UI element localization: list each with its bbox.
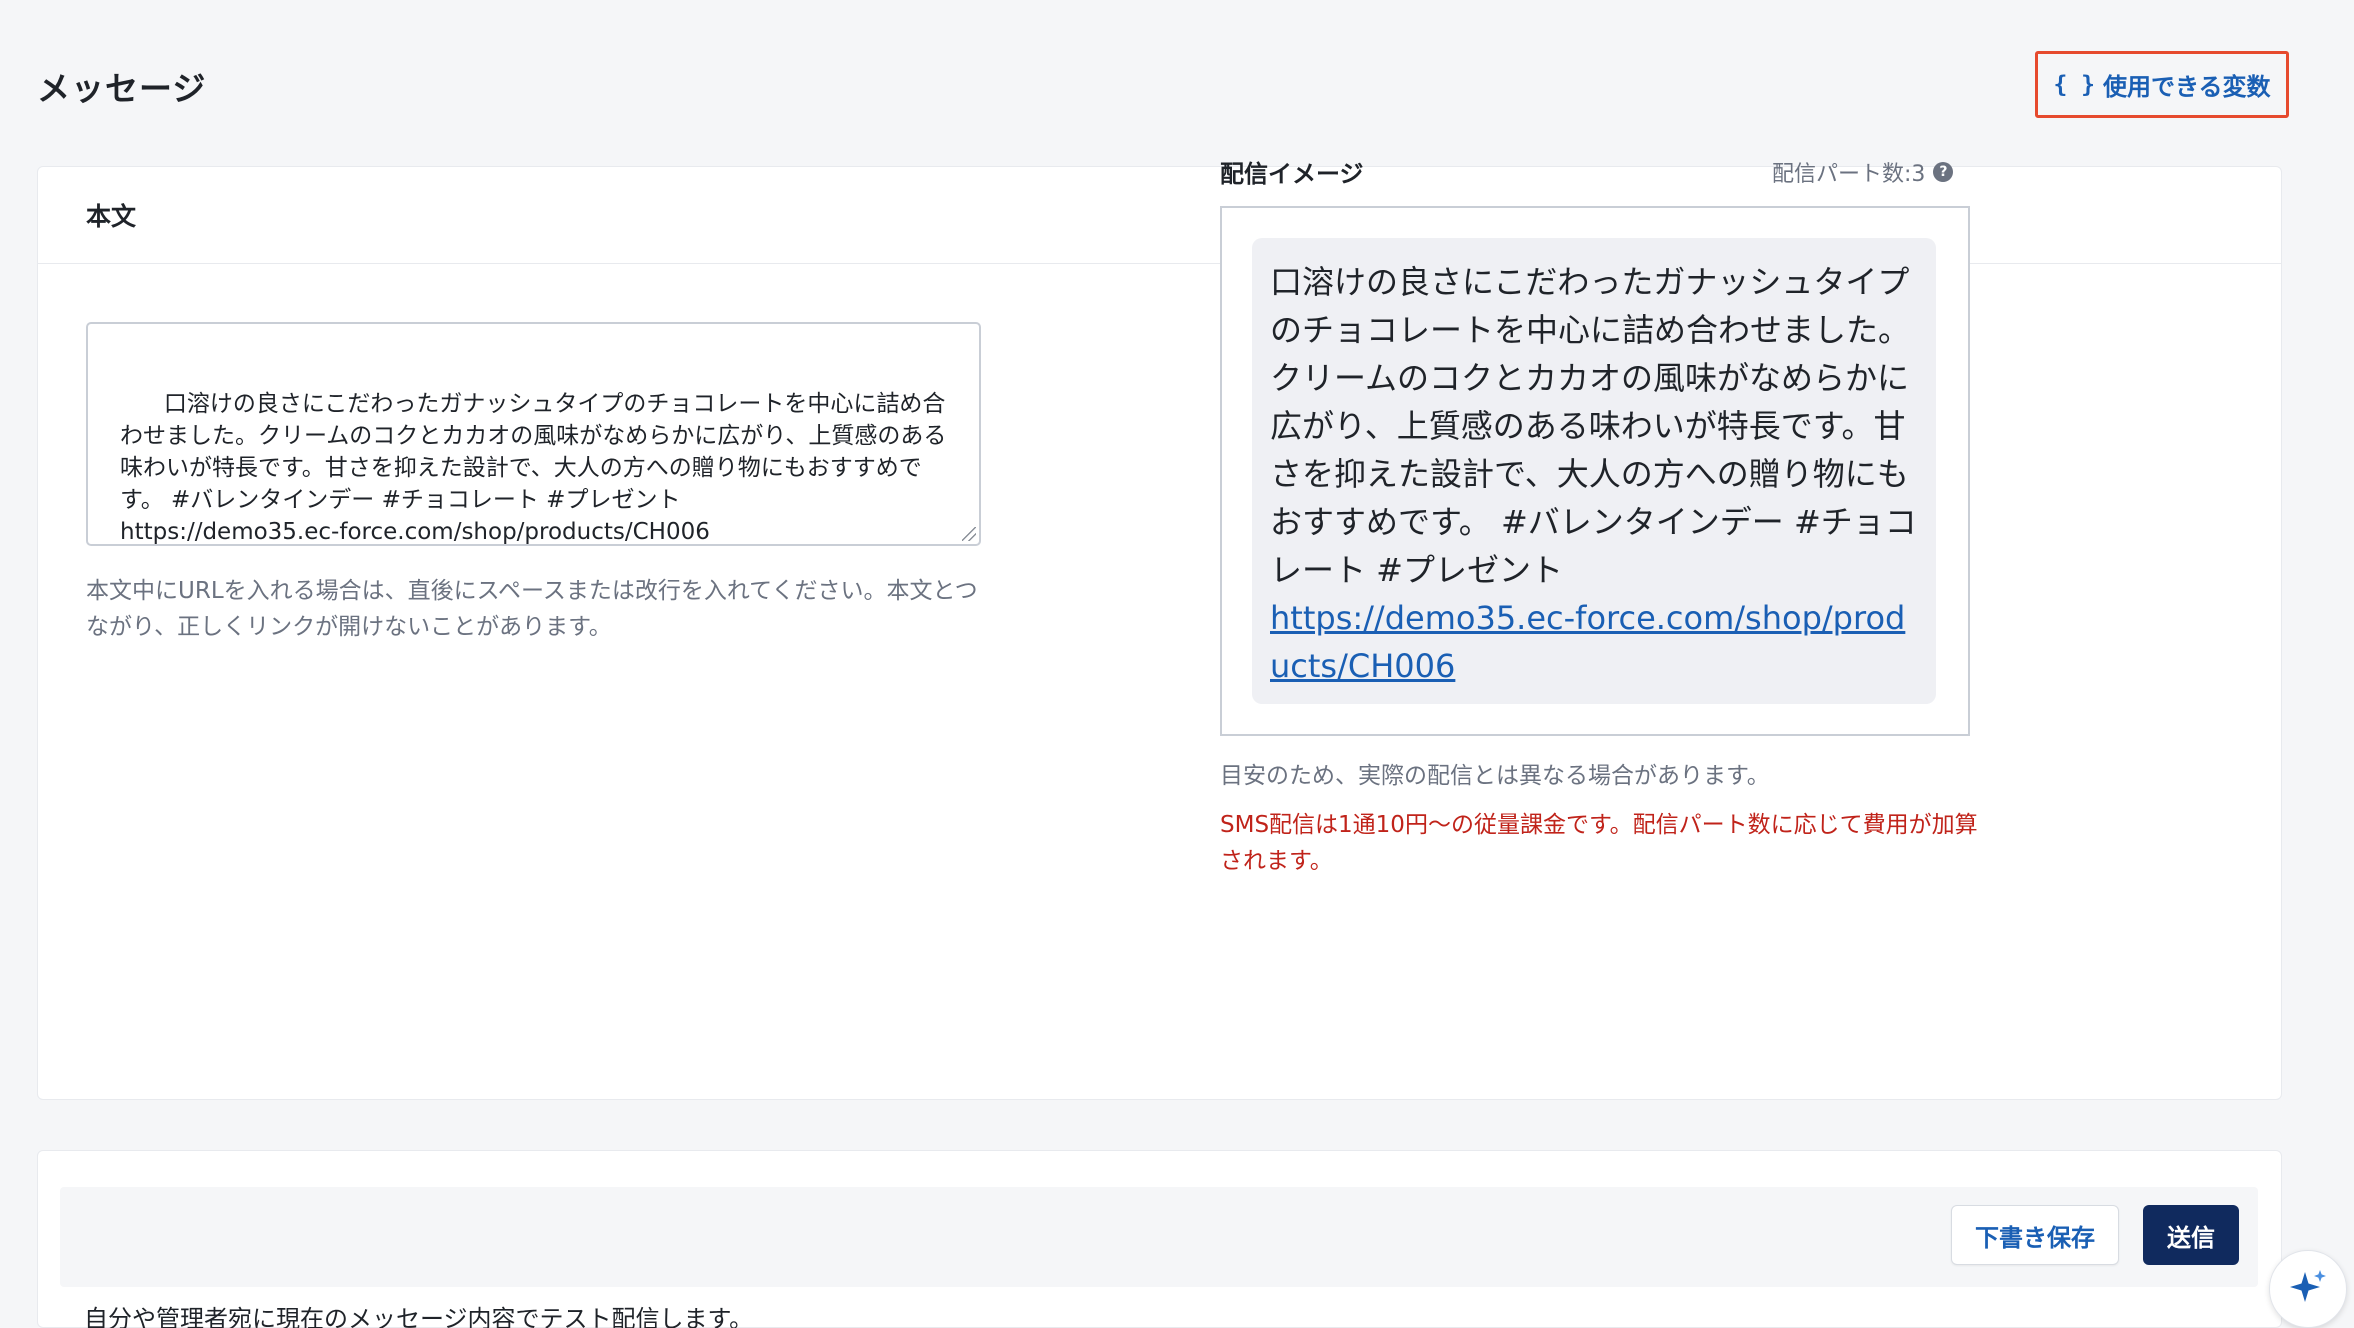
help-icon[interactable]: ? <box>1933 162 1954 182</box>
message-body-textarea[interactable]: 口溶けの良さにこだわったガナッシュタイプのチョコレートを中心に詰め合わせました。… <box>86 322 981 546</box>
braces-icon: { } <box>2053 71 2095 98</box>
message-editor-page: メッセージ { } 使用できる変数 本文 口溶けの良さにこだわったガナッシュタイ… <box>0 0 2354 1328</box>
bubble-link[interactable]: https://demo35.ec-force.com/shop/product… <box>1270 599 1905 685</box>
ai-assistant-button[interactable] <box>2269 1250 2347 1328</box>
available-variables-label: 使用できる変数 <box>2103 74 2271 101</box>
preview-disclaimer: 目安のため、実際の配信とは異なる場合があります。 <box>1220 763 1770 789</box>
resize-handle[interactable] <box>962 527 976 541</box>
delivery-parts-count: 配信パート数:3 ? <box>1772 156 1954 188</box>
message-body-text: 口溶けの良さにこだわったガナッシュタイプのチョコレートを中心に詰め合わせました。… <box>120 391 947 545</box>
url-hint-text: 本文中にURLを入れる場合は、直後にスペースまたは改行を入れてください。本文とつ… <box>86 578 978 640</box>
bubble-text: 口溶けの良さにこだわったガナッシュタイプのチョコレートを中心に詰め合わせました。… <box>1270 263 1917 589</box>
available-variables-button[interactable]: { } 使用できる変数 <box>2035 51 2289 118</box>
save-draft-button[interactable]: 下書き保存 <box>1951 1205 2119 1265</box>
sms-cost-warning: SMS配信は1通10円〜の従量課金です。配信パート数に応じて費用が加算されます。 <box>1220 812 1978 874</box>
send-button[interactable]: 送信 <box>2143 1205 2239 1265</box>
sparkle-icon <box>2290 1270 2326 1302</box>
message-bubble: 口溶けの良さにこだわったガナッシュタイプのチョコレートを中心に詰め合わせました。… <box>1252 238 1936 704</box>
page-title: メッセージ <box>37 69 207 108</box>
preview-label: 配信イメージ <box>1220 160 1364 188</box>
delivery-preview-frame: 口溶けの良さにこだわったガナッシュタイプのチョコレートを中心に詰め合わせました。… <box>1220 206 1970 736</box>
test-send-hint: 自分や管理者宛に現在のメッセージ内容でテスト配信します。 <box>84 1305 754 1328</box>
action-bar <box>60 1187 2258 1287</box>
parts-count-text: 配信パート数:3 <box>1772 162 1926 187</box>
